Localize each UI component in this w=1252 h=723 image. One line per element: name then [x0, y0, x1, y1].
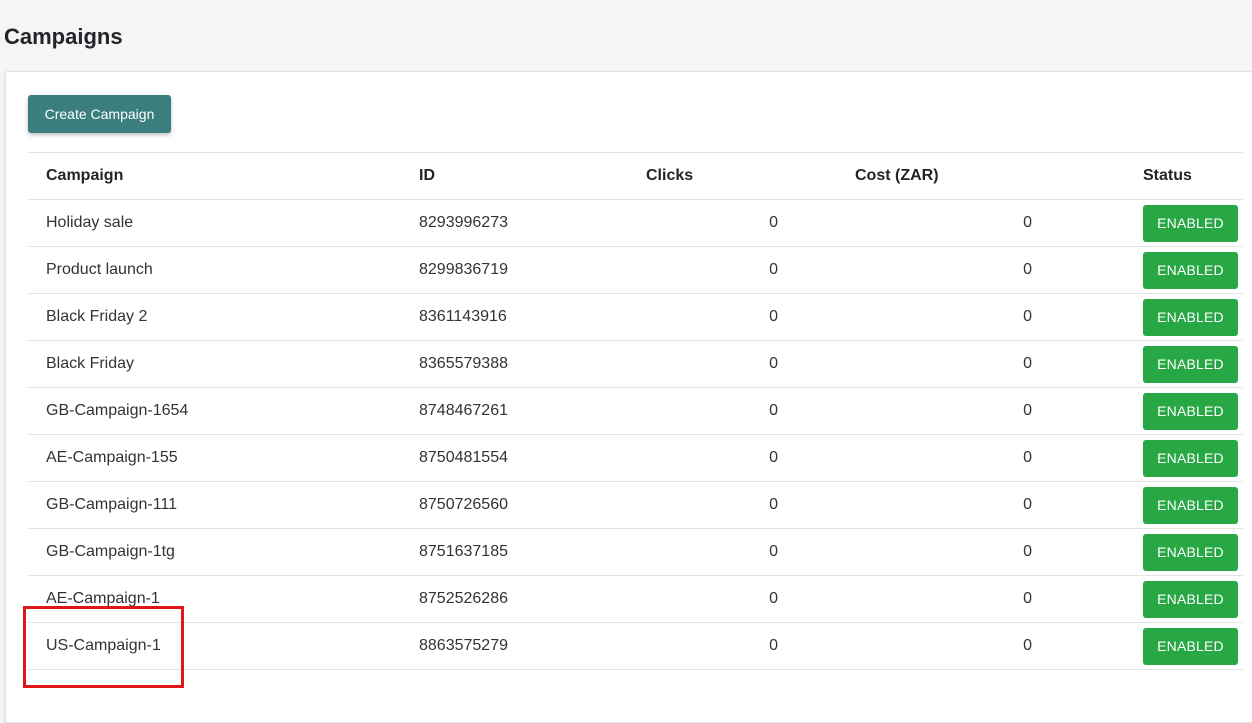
header-clicks[interactable]: Clicks — [609, 152, 778, 200]
campaign-id: 8293996273 — [419, 199, 609, 247]
status-badge[interactable]: ENABLED — [1143, 298, 1238, 336]
table-row[interactable]: Product launch 8299836719 0 0 ENABLED — [28, 246, 1243, 294]
status-badge[interactable]: ENABLED — [1143, 251, 1238, 289]
campaign-id: 8863575279 — [419, 622, 609, 670]
create-campaign-button[interactable]: Create Campaign — [28, 95, 171, 133]
campaign-id: 8299836719 — [419, 246, 609, 294]
page-title: Campaigns — [4, 24, 123, 49]
campaign-clicks: 0 — [609, 528, 778, 576]
campaign-name[interactable]: AE-Campaign-155 — [28, 434, 419, 482]
campaign-id: 8365579388 — [419, 340, 609, 388]
status-badge[interactable]: ENABLED — [1143, 533, 1238, 571]
campaign-cost: 0 — [778, 622, 1032, 670]
campaign-cost: 0 — [778, 199, 1032, 247]
campaign-name[interactable]: AE-Campaign-1 — [28, 575, 419, 623]
campaign-clicks: 0 — [609, 481, 778, 529]
campaign-clicks: 0 — [609, 293, 778, 341]
campaigns-card: Create Campaign Campaign ID Clicks Cost … — [5, 71, 1252, 723]
campaign-cost: 0 — [778, 246, 1032, 294]
table-row[interactable]: AE-Campaign-1 8752526286 0 0 ENABLED — [28, 575, 1243, 623]
campaign-clicks: 0 — [609, 387, 778, 435]
campaign-name[interactable]: GB-Campaign-111 — [28, 481, 419, 529]
campaign-name[interactable]: Holiday sale — [28, 199, 419, 247]
table-row[interactable]: US-Campaign-1 8863575279 0 0 ENABLED — [28, 622, 1243, 670]
status-badge[interactable]: ENABLED — [1143, 439, 1238, 477]
campaign-id: 8750726560 — [419, 481, 609, 529]
campaign-name[interactable]: Black Friday 2 — [28, 293, 419, 341]
status-badge[interactable]: ENABLED — [1143, 345, 1238, 383]
campaign-cost: 0 — [778, 481, 1032, 529]
status-badge[interactable]: ENABLED — [1143, 392, 1238, 430]
campaign-cost: 0 — [778, 575, 1032, 623]
status-badge[interactable]: ENABLED — [1143, 204, 1238, 242]
campaign-cost: 0 — [778, 340, 1032, 388]
table-row[interactable]: GB-Campaign-1tg 8751637185 0 0 ENABLED — [28, 528, 1243, 576]
status-badge[interactable]: ENABLED — [1143, 580, 1238, 618]
campaign-cost: 0 — [778, 387, 1032, 435]
campaign-id: 8361143916 — [419, 293, 609, 341]
campaign-name[interactable]: US-Campaign-1 — [28, 622, 419, 670]
campaign-cost: 0 — [778, 528, 1032, 576]
campaign-clicks: 0 — [609, 199, 778, 247]
table-row[interactable]: Holiday sale 8293996273 0 0 ENABLED — [28, 199, 1243, 247]
campaign-name[interactable]: GB-Campaign-1654 — [28, 387, 419, 435]
campaign-name[interactable]: Black Friday — [28, 340, 419, 388]
campaign-clicks: 0 — [609, 622, 778, 670]
campaign-id: 8751637185 — [419, 528, 609, 576]
campaign-id: 8752526286 — [419, 575, 609, 623]
table-row[interactable]: GB-Campaign-1654 8748467261 0 0 ENABLED — [28, 387, 1243, 435]
campaign-clicks: 0 — [609, 340, 778, 388]
campaign-cost: 0 — [778, 293, 1032, 341]
campaign-id: 8750481554 — [419, 434, 609, 482]
header-status[interactable]: Status — [1032, 152, 1243, 200]
campaign-clicks: 0 — [609, 575, 778, 623]
table-header-row: Campaign ID Clicks Cost (ZAR) Status — [28, 152, 1243, 200]
campaign-name[interactable]: Product launch — [28, 246, 419, 294]
table-row[interactable]: Black Friday 2 8361143916 0 0 ENABLED — [28, 293, 1243, 341]
status-badge[interactable]: ENABLED — [1143, 627, 1238, 665]
header-campaign[interactable]: Campaign — [28, 152, 419, 200]
status-badge[interactable]: ENABLED — [1143, 486, 1238, 524]
header-id[interactable]: ID — [419, 152, 609, 200]
campaign-clicks: 0 — [609, 434, 778, 482]
header-cost[interactable]: Cost (ZAR) — [778, 152, 1032, 200]
campaign-name[interactable]: GB-Campaign-1tg — [28, 528, 419, 576]
table-row[interactable]: Black Friday 8365579388 0 0 ENABLED — [28, 340, 1243, 388]
table-row[interactable]: AE-Campaign-155 8750481554 0 0 ENABLED — [28, 434, 1243, 482]
table-row[interactable]: GB-Campaign-111 8750726560 0 0 ENABLED — [28, 481, 1243, 529]
campaign-cost: 0 — [778, 434, 1032, 482]
campaign-id: 8748467261 — [419, 387, 609, 435]
campaign-clicks: 0 — [609, 246, 778, 294]
campaigns-table: Campaign ID Clicks Cost (ZAR) Status Hol… — [28, 152, 1243, 670]
